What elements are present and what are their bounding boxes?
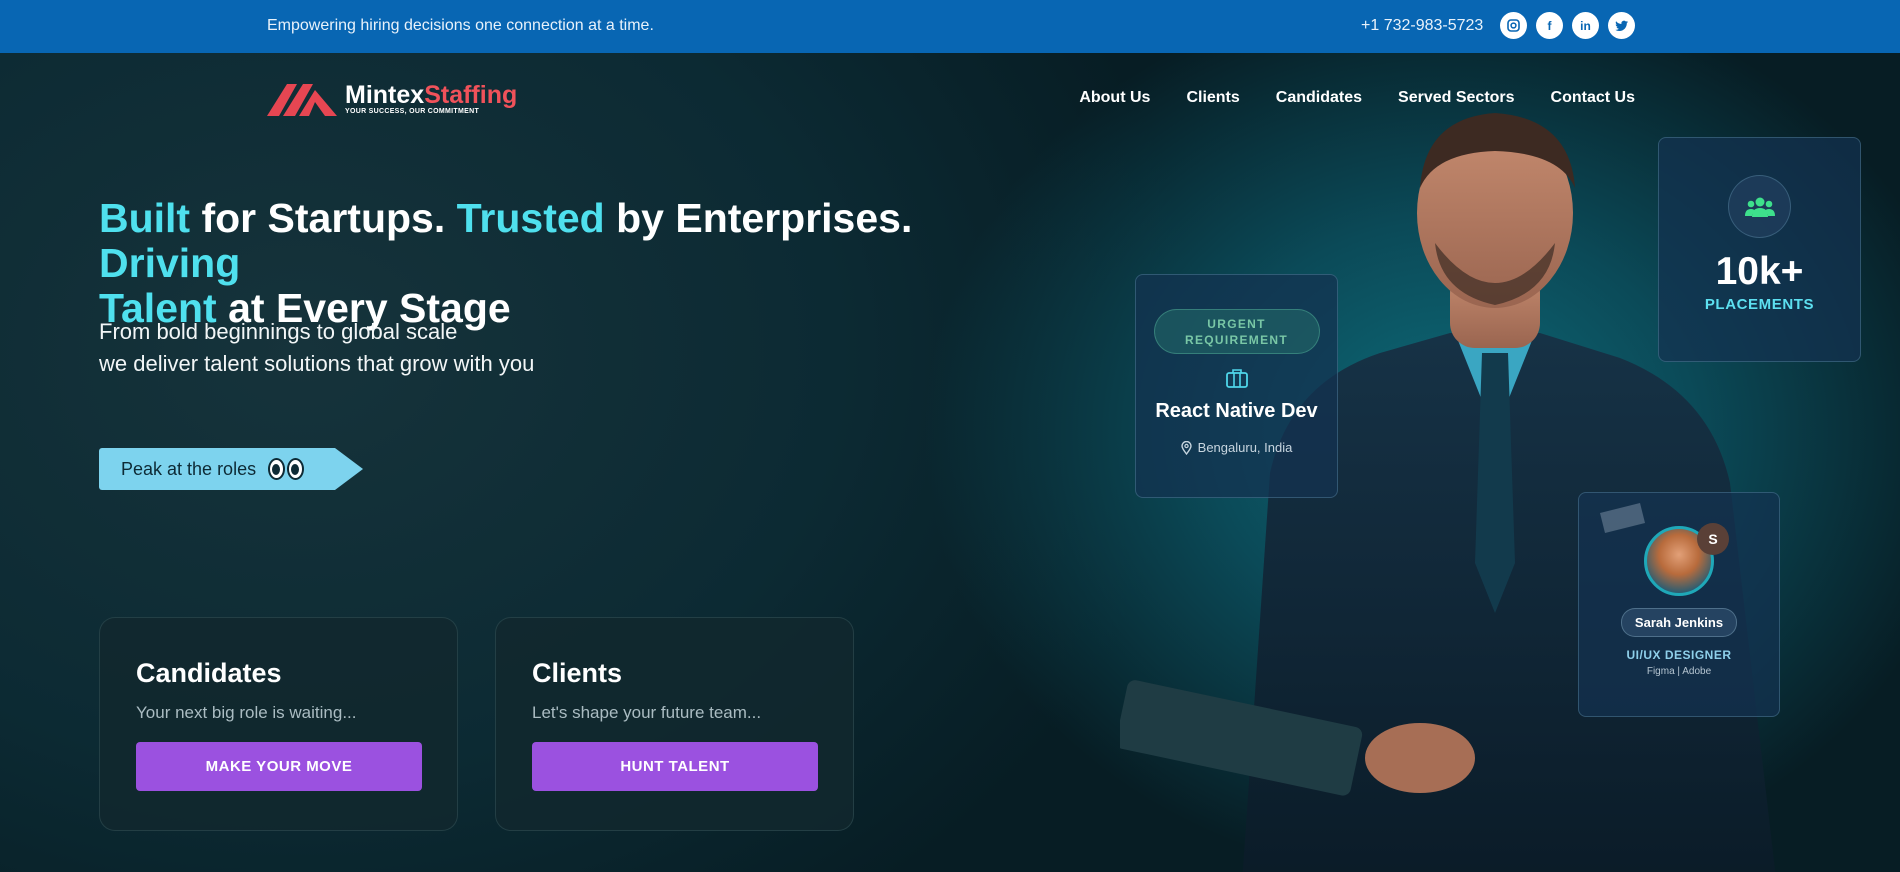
urgent-badge: URGENT REQUIREMENT	[1153, 309, 1320, 354]
headline-word: Driving	[99, 240, 241, 286]
top-bar: Empowering hiring decisions one connecti…	[0, 0, 1900, 53]
team-icon	[1728, 175, 1791, 238]
stat-label: PLACEMENTS	[1704, 296, 1815, 313]
brand-name: MintexStaffing	[345, 80, 518, 109]
job-title: React Native Dev	[1155, 400, 1318, 422]
subtitle-line-2: we deliver talent solutions that grow wi…	[99, 351, 535, 376]
card-text: Let's shape your future team...	[532, 703, 762, 722]
eyes-icon	[268, 458, 305, 480]
headline-word: Trusted	[456, 195, 605, 241]
headline-word: Built	[99, 195, 191, 241]
main-nav: About Us Clients Candidates Served Secto…	[1079, 89, 1635, 107]
instagram-icon[interactable]	[1500, 12, 1527, 39]
candidates-card: Candidates Your next big role is waiting…	[99, 617, 458, 831]
nav-served-sectors[interactable]: Served Sectors	[1398, 89, 1515, 107]
avatar: S	[1644, 523, 1729, 596]
card-title: Clients	[532, 658, 623, 688]
location-text: Bengaluru, India	[1197, 440, 1293, 455]
stat-value: 10k+	[1715, 250, 1804, 293]
profile-role: UI/UX DESIGNER	[1626, 648, 1732, 662]
card-text: Your next big role is waiting...	[136, 703, 357, 722]
nav-about-us[interactable]: About Us	[1079, 89, 1150, 107]
brand-logo[interactable]: MintexStaffing YOUR SUCCESS, OUR COMMITM…	[267, 80, 517, 116]
make-your-move-button[interactable]: MAKE YOUR MOVE	[136, 742, 422, 791]
clients-card: Clients Let's shape your future team... …	[495, 617, 854, 831]
tagline: Empowering hiring decisions one connecti…	[267, 17, 654, 34]
subtitle-line-1: From bold beginnings to global scale	[99, 319, 458, 344]
avatar-initial: S	[1697, 523, 1729, 555]
job-location: Bengaluru, India	[1180, 440, 1293, 455]
phone-number[interactable]: +1 732-983-5723	[1361, 17, 1483, 35]
cta-label: Peak at the roles	[121, 458, 257, 479]
arrow-tip	[335, 448, 363, 490]
headline-word: by Enterprises.	[604, 195, 913, 241]
profile-tools: Figma | Adobe	[1646, 666, 1712, 677]
social-links: f in	[1500, 12, 1635, 39]
hero-headline: Built for Startups. Trusted by Enterpris…	[99, 196, 1059, 331]
hunt-talent-button[interactable]: HUNT TALENT	[532, 742, 818, 791]
briefcase-icon	[1225, 369, 1248, 388]
nav-contact-us[interactable]: Contact Us	[1551, 89, 1635, 107]
twitter-icon[interactable]	[1608, 12, 1635, 39]
hero-section: MintexStaffing YOUR SUCCESS, OUR COMMITM…	[0, 53, 1900, 872]
candidate-profile-card[interactable]: S Sarah Jenkins UI/UX DESIGNER Figma | A…	[1578, 492, 1780, 717]
headline-word: for Startups.	[190, 195, 457, 241]
map-pin-icon	[1180, 440, 1192, 455]
card-title: Candidates	[136, 658, 282, 688]
nav-clients[interactable]: Clients	[1186, 89, 1239, 107]
nav-candidates[interactable]: Candidates	[1276, 89, 1362, 107]
linkedin-icon[interactable]: in	[1572, 12, 1599, 39]
logo-mark-icon	[267, 84, 337, 116]
placements-stat-card: 10k+ PLACEMENTS	[1658, 137, 1861, 362]
profile-name: Sarah Jenkins	[1620, 608, 1738, 637]
peak-roles-button[interactable]: Peak at the roles	[99, 448, 363, 490]
urgent-requirement-card[interactable]: URGENT REQUIREMENT React Native Dev Beng…	[1135, 274, 1338, 498]
brand-slogan: YOUR SUCCESS, OUR COMMITMENT	[345, 107, 480, 115]
hero-subtitle: From bold beginnings to global scale we …	[99, 316, 534, 380]
facebook-icon[interactable]: f	[1536, 12, 1563, 39]
